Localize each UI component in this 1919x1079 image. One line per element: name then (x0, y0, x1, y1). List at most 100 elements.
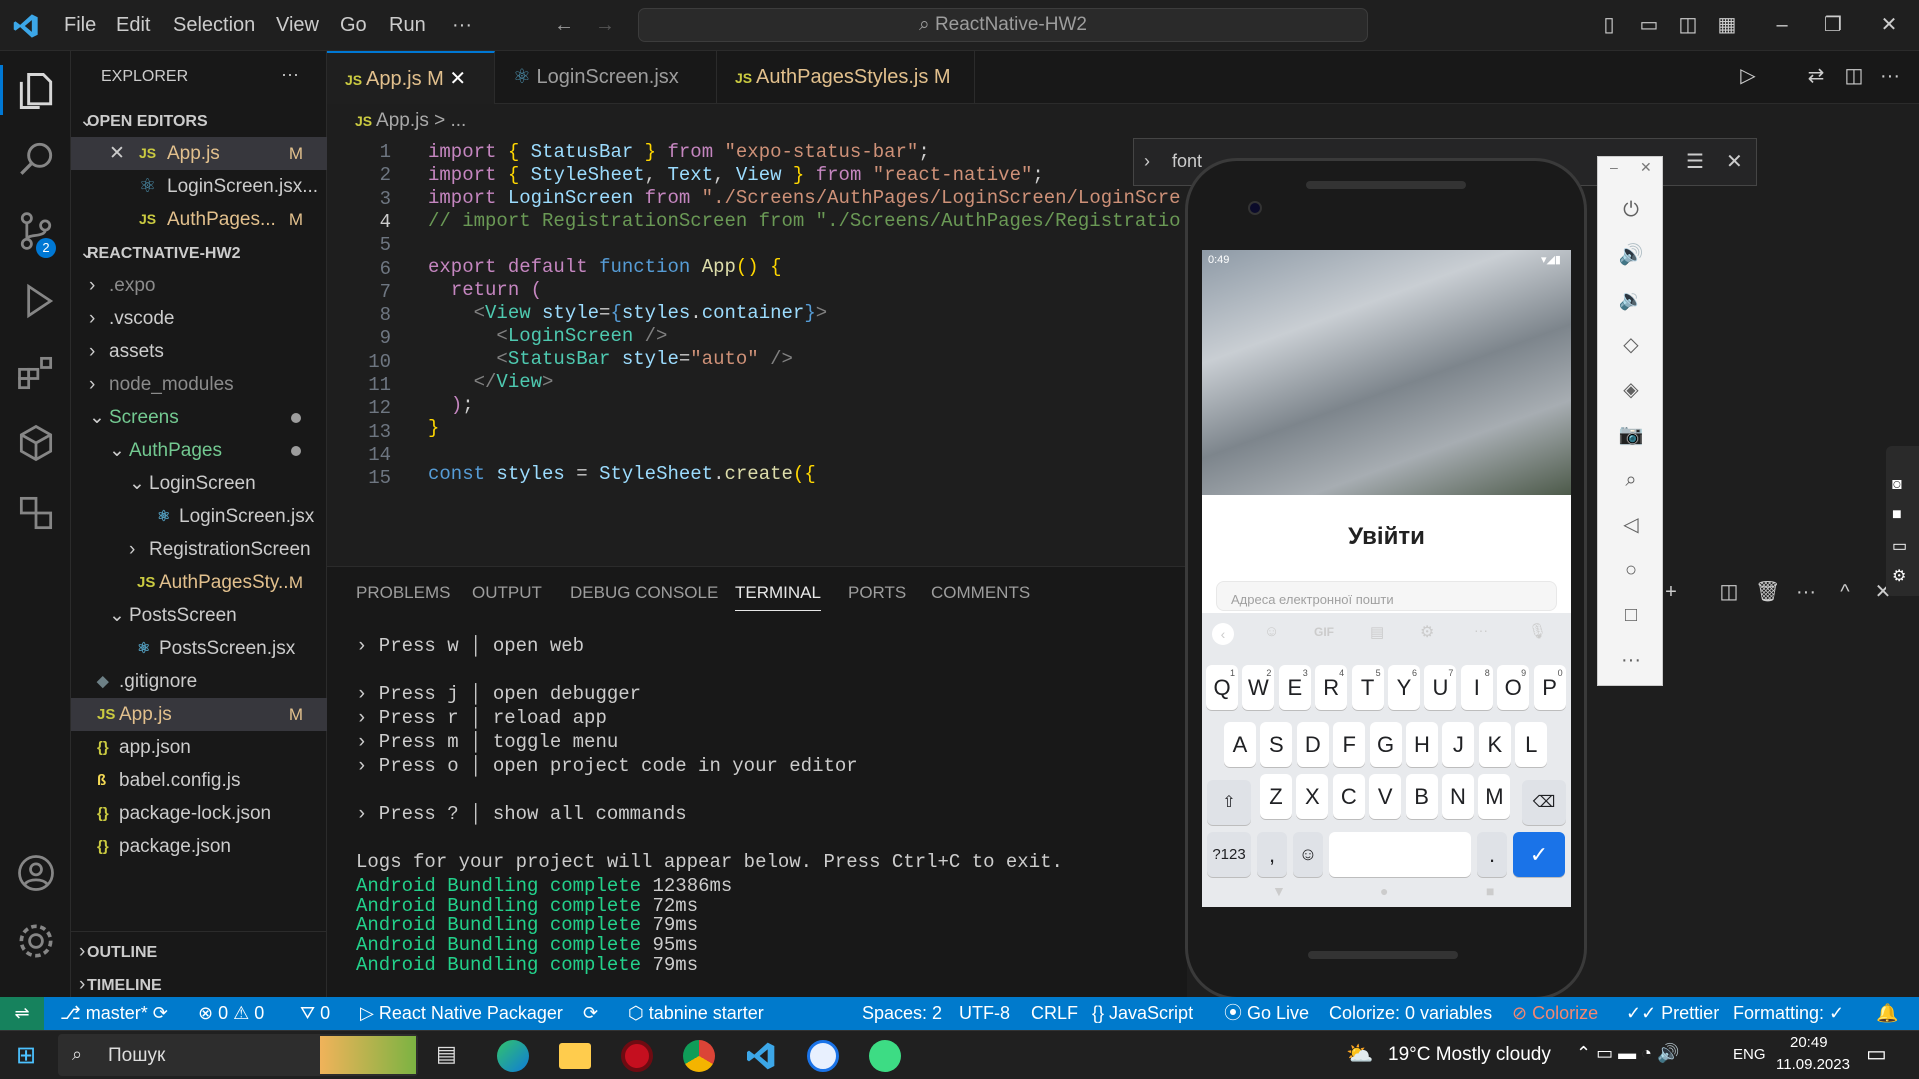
breadcrumb[interactable]: JS App.js > ... (327, 104, 466, 138)
clock-date[interactable]: 11.09.2023 (1776, 1056, 1850, 1073)
more-icon[interactable]: ··· (1618, 647, 1644, 673)
tree-item[interactable]: ⌄ LoginScreen (71, 467, 327, 500)
key[interactable]: S (1260, 722, 1293, 767)
explorer-icon[interactable] (14, 69, 58, 113)
more-icon[interactable]: ··· (1474, 622, 1488, 638)
tree-item[interactable]: › node_modules (71, 368, 327, 401)
language-item[interactable]: {} JavaScript (1092, 997, 1193, 1030)
key[interactable]: Y6 (1388, 665, 1420, 710)
formatting-item[interactable]: Formatting: ✓ (1733, 997, 1844, 1030)
key[interactable]: M (1478, 774, 1511, 819)
run-file-icon[interactable]: ▷ (1737, 65, 1759, 87)
period-key[interactable]: . (1477, 832, 1507, 877)
tab-ports[interactable]: PORTS (848, 583, 906, 603)
language-indicator[interactable]: ENG (1733, 1046, 1766, 1063)
key[interactable]: A (1224, 722, 1256, 767)
tabnine-item[interactable]: ⬡ tabnine starter (628, 997, 764, 1030)
key[interactable]: R4 (1315, 665, 1348, 710)
menu-more[interactable]: ··· (452, 14, 472, 37)
weather-icon[interactable]: ⛅ (1346, 1041, 1373, 1067)
volume-down-icon[interactable]: 🔉 (1618, 287, 1644, 313)
enter-key[interactable]: ✓ (1513, 832, 1565, 877)
branch-item[interactable]: ⎇ master* ⟳ (60, 997, 168, 1030)
settings-gear-icon[interactable] (14, 919, 58, 963)
eol-item[interactable]: CRLF (1031, 997, 1078, 1030)
key[interactable]: X (1296, 774, 1329, 819)
packager-item[interactable]: ▷ React Native Packager (360, 997, 563, 1030)
open-editors-section[interactable]: ⌄OPEN EDITORS (71, 104, 327, 137)
sync-icon[interactable]: ⟳ (583, 997, 598, 1030)
search-icon[interactable] (14, 137, 58, 181)
minimize-icon[interactable]: – (1610, 159, 1618, 175)
toggle-sidebar-icon[interactable]: ▯ (1598, 14, 1620, 36)
tree-item[interactable]: {} app.json (71, 731, 327, 764)
extensions-icon[interactable] (14, 351, 58, 395)
ports-item[interactable]: ⛛ 0 (300, 997, 330, 1030)
menu-view[interactable]: View (276, 14, 319, 37)
remote-icon[interactable]: ⇌ (0, 997, 44, 1030)
run-debug-icon[interactable] (14, 279, 58, 323)
comma-key[interactable]: , (1257, 832, 1287, 877)
open-editor-item[interactable]: JS AuthPages... M (71, 203, 327, 236)
menu-file[interactable]: File (64, 14, 96, 37)
key[interactable]: W2 (1242, 665, 1275, 710)
key[interactable]: G (1369, 722, 1402, 767)
tab-debug-console[interactable]: DEBUG CONSOLE (570, 583, 718, 603)
split-editor-icon[interactable]: ◫ (1843, 65, 1865, 87)
notification-center-icon[interactable]: ▭ (1866, 1041, 1887, 1067)
settings-gear-icon[interactable]: ⚙ (1420, 622, 1434, 642)
sticker-icon[interactable]: ☺ (1264, 623, 1279, 640)
new-terminal-icon[interactable]: + (1660, 581, 1682, 603)
tree-item[interactable]: ß babel.config.js (71, 764, 327, 797)
code-editor[interactable]: 1 2 3 4 5 6 7 8 9 10 11 12 13 14 15 import { StatusBar… (327, 138, 1187, 566)
key[interactable]: Z (1260, 774, 1292, 819)
panel-more-icon[interactable]: ··· (1795, 581, 1817, 603)
menu-run[interactable]: Run (389, 14, 426, 37)
email-field[interactable]: Адреса електронної пошти (1216, 581, 1557, 611)
remote-explorer-icon[interactable] (14, 421, 58, 465)
command-center-search[interactable]: ⌕ ReactNative-HW2 (638, 8, 1368, 42)
key[interactable]: H (1406, 722, 1438, 767)
emulator-app-icon[interactable] (869, 1040, 901, 1072)
power-icon[interactable]: ⏻ (1618, 197, 1644, 223)
tree-item[interactable]: ⌄ Screens (71, 401, 327, 434)
accounts-icon[interactable] (14, 851, 58, 895)
tree-item[interactable]: {} package-lock.json (71, 797, 327, 830)
overview-icon[interactable]: □ (1618, 602, 1644, 628)
task-view-icon[interactable]: ▤ (436, 1041, 457, 1067)
home-icon[interactable]: ○ (1618, 557, 1644, 583)
compare-changes-icon[interactable]: ⇄ (1805, 65, 1827, 87)
go-live-item[interactable]: ⦿ Go Live (1224, 997, 1309, 1030)
tab-comments[interactable]: COMMENTS (931, 583, 1030, 603)
encoding-item[interactable]: UTF-8 (959, 997, 1010, 1030)
tree-item[interactable]: ⌄ PostsScreen (71, 599, 327, 632)
maximize-panel-icon[interactable]: ^ (1834, 581, 1856, 603)
notifications-bell-icon[interactable]: 🔔 (1876, 997, 1898, 1030)
key[interactable]: P0 (1533, 665, 1566, 710)
toggle-secondary-sidebar-icon[interactable]: ◫ (1677, 14, 1699, 36)
settings-gear-icon[interactable]: ⚙ (1892, 566, 1906, 586)
windows-start-icon[interactable]: ⊞ (16, 1041, 36, 1070)
nav-recents-icon[interactable]: ■ (1486, 883, 1494, 899)
menu-edit[interactable]: Edit (116, 14, 150, 37)
back-arrow-icon[interactable]: ← (553, 14, 575, 36)
key[interactable]: O9 (1497, 665, 1530, 710)
window-icon[interactable]: ▭ (1892, 536, 1907, 556)
kill-terminal-icon[interactable]: 🗑 (1755, 581, 1780, 603)
split-terminal-icon[interactable]: ◫ (1718, 581, 1740, 603)
close-icon[interactable]: ✕ (1640, 159, 1652, 176)
zoom-icon[interactable]: ⌕ (1618, 467, 1644, 493)
key[interactable]: F (1333, 722, 1366, 767)
volume-up-icon[interactable]: 🔊 (1618, 242, 1644, 268)
find-in-selection-icon[interactable]: ☰ (1686, 149, 1704, 174)
open-editor-item[interactable]: ✕ JS App.js M (71, 137, 327, 170)
key[interactable]: U7 (1424, 665, 1457, 710)
tree-item[interactable]: ⌄ AuthPages (71, 434, 327, 467)
project-section[interactable]: ⌄REACTNATIVE-HW2 (71, 236, 327, 269)
video-icon[interactable]: ■ (1892, 506, 1902, 524)
close-window-icon[interactable]: ✕ (1878, 14, 1900, 36)
file-explorer-icon[interactable] (559, 1043, 591, 1069)
key[interactable]: Q1 (1206, 665, 1238, 710)
tree-item[interactable]: ⚛ LoginScreen.jsx (71, 500, 327, 533)
key[interactable]: N (1442, 774, 1474, 819)
